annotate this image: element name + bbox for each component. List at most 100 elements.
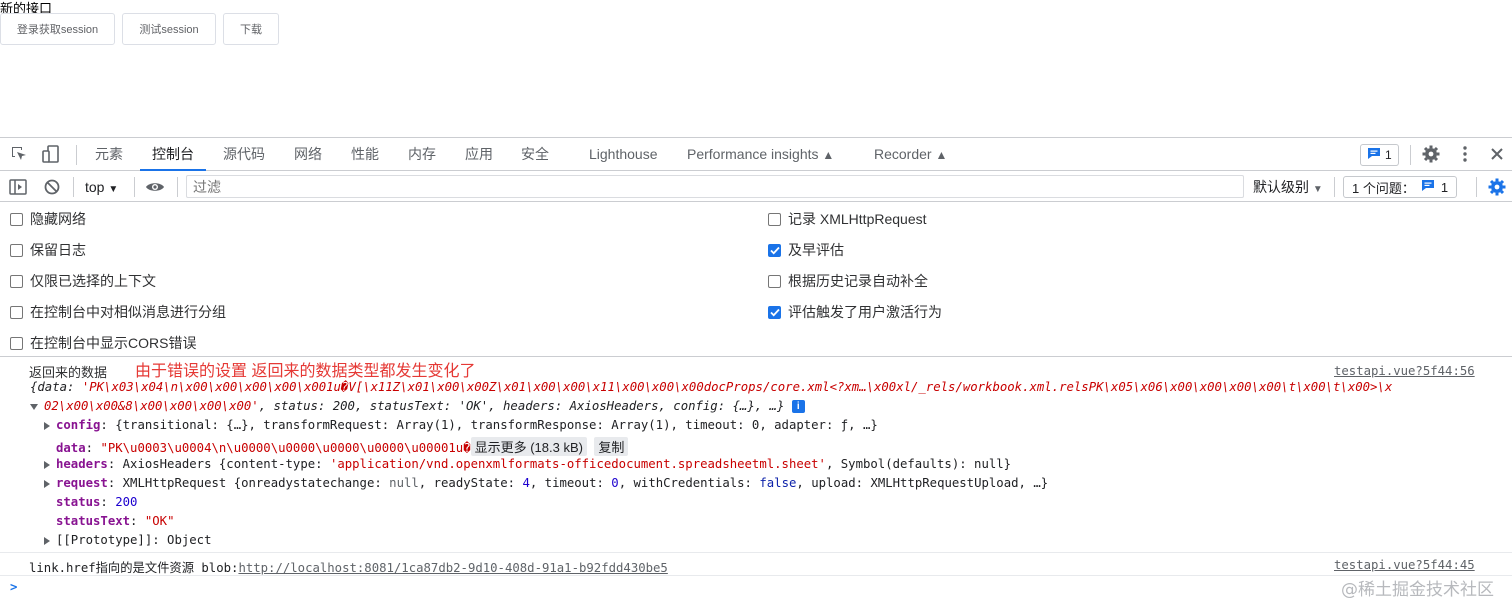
tab-elements[interactable]: 元素 (95, 138, 123, 171)
console-filter-input[interactable] (186, 175, 1244, 198)
expand-triangle-icon[interactable] (44, 536, 50, 545)
property-status: status: 200 (56, 495, 138, 509)
source-link[interactable]: testapi.vue?5f44:56 (1334, 364, 1475, 378)
tab-console[interactable]: 控制台 (140, 138, 206, 171)
tab-lighthouse[interactable]: Lighthouse (589, 138, 658, 171)
checkbox[interactable] (768, 212, 781, 226)
property-prototype[interactable]: [[Prototype]]: Object (44, 533, 211, 547)
blob-link[interactable]: http://localhost:8081/1ca87db2-9d10-408d… (238, 561, 667, 575)
tab-sources[interactable]: 源代码 (223, 138, 265, 171)
live-expression-eye-icon[interactable] (144, 176, 166, 198)
more-options-icon[interactable] (1454, 143, 1476, 165)
settings-gear-icon[interactable] (1420, 143, 1442, 165)
log-level-value: 默认级别 (1253, 179, 1309, 195)
setting-label: 在控制台中对相似消息进行分组 (30, 304, 226, 320)
request-suffix: , upload: XMLHttpRequestUpload, …} (796, 476, 1049, 490)
issues-button[interactable]: 1 个问题： 1 (1343, 176, 1458, 198)
request-part: , timeout: (529, 476, 612, 490)
checkbox-checked[interactable] (768, 243, 781, 257)
property-key: config (56, 418, 101, 432)
download-button[interactable]: 下载 (223, 13, 279, 45)
console-toolbar: top ▼ 默认级别 ▼ 1 个问题： 1 (0, 172, 1512, 202)
property-value: "OK" (144, 514, 175, 528)
tab-network[interactable]: 网络 (294, 138, 322, 171)
tab-recorder[interactable]: Recorder ▲ (874, 138, 947, 171)
checkbox[interactable] (10, 336, 23, 350)
issues-counter-button[interactable]: 1 (1360, 144, 1399, 166)
property-headers[interactable]: headers: AxiosHeaders {content-type: 'ap… (44, 457, 1011, 471)
setting-preserve-log[interactable]: 保留日志 (10, 240, 86, 260)
message-icon (1367, 147, 1381, 163)
object-summary-cont[interactable]: 02\x00\x00&8\x00\x00\x00\x00', status: 2… (30, 399, 805, 413)
expand-triangle-icon[interactable] (44, 421, 50, 430)
inspect-element-icon[interactable] (8, 143, 30, 165)
setting-group-similar[interactable]: 在控制台中对相似消息进行分组 (10, 302, 226, 322)
console-settings-pane: 隐藏网络 保留日志 仅限已选择的上下文 在控制台中对相似消息进行分组 在控制台中… (0, 202, 1512, 357)
message-icon (1421, 179, 1435, 195)
devtools-panel: 元素 控制台 源代码 网络 性能 内存 应用 安全 Lighthouse Per… (0, 137, 1512, 613)
show-more-button[interactable]: 显示更多 (18.3 kB) (470, 437, 587, 456)
source-link[interactable]: testapi.vue?5f44:45 (1334, 558, 1475, 572)
flask-icon: ▲ (935, 148, 948, 162)
property-value-string: 'application/vnd.openxmlformats-officedo… (329, 457, 826, 471)
property-request[interactable]: request: XMLHttpRequest {onreadystatecha… (44, 476, 1048, 490)
expand-triangle-icon[interactable] (30, 403, 38, 410)
setting-user-activation[interactable]: 评估触发了用户激活行为 (768, 302, 942, 322)
context-selector[interactable]: top ▼ (85, 172, 118, 202)
console-prompt-icon[interactable]: > (10, 580, 17, 594)
summary-data-value-cont: 02\x00\x00&8\x00\x00\x00\x00' (44, 399, 259, 413)
toolbar-divider (134, 177, 135, 197)
tab-security[interactable]: 安全 (521, 138, 549, 171)
tab-console-label: 控制台 (152, 146, 194, 162)
expand-triangle-icon[interactable] (44, 479, 50, 488)
close-icon[interactable] (1486, 143, 1508, 165)
prototype-label: [[Prototype]]: Object (56, 533, 212, 547)
tab-performance-insights[interactable]: Performance insights ▲ (687, 138, 834, 171)
log-level-dropdown[interactable]: 默认级别 ▼ (1253, 172, 1323, 202)
checkbox[interactable] (10, 305, 23, 319)
checkbox[interactable] (10, 212, 23, 226)
clear-console-icon[interactable] (41, 176, 63, 198)
request-readystate: 4 (522, 476, 530, 490)
issues-count: 1 (1385, 148, 1392, 162)
show-sidebar-icon[interactable] (7, 176, 29, 198)
setting-show-cors-errors[interactable]: 在控制台中显示CORS错误 (10, 333, 196, 353)
setting-selected-context-only[interactable]: 仅限已选择的上下文 (10, 271, 156, 291)
test-session-button[interactable]: 测试session (122, 13, 216, 45)
setting-autocomplete-history[interactable]: 根据历史记录自动补全 (768, 271, 928, 291)
property-data: data: "PK\u0003\u0004\n\u0000\u0000\u000… (56, 437, 629, 456)
info-icon[interactable]: i (791, 400, 805, 413)
console-message-label: 返回来的数据 (29, 366, 108, 381)
flask-icon: ▲ (822, 148, 835, 162)
property-config[interactable]: config: {transitional: {…}, transformReq… (44, 418, 878, 432)
setting-hide-network[interactable]: 隐藏网络 (10, 209, 86, 229)
property-statustext: statusText: "OK" (56, 514, 175, 528)
object-summary[interactable]: {data: 'PK\x03\x04\n\x00\x00\x00\x00\x00… (30, 380, 1392, 394)
console-settings-gear-icon[interactable] (1486, 176, 1508, 198)
setting-eager-evaluation[interactable]: 及早评估 (768, 240, 844, 260)
summary-data-key: data (37, 380, 68, 394)
tab-memory[interactable]: 内存 (408, 138, 436, 171)
message-divider (0, 552, 1512, 553)
login-get-session-button[interactable]: 登录获取session (0, 13, 115, 45)
summary-data-value: 'PK\x03\x04\n\x00\x00\x00\x00\x001u�V[\x… (81, 380, 1393, 394)
issues-label: 1 个问题： (1352, 180, 1415, 196)
tab-application[interactable]: 应用 (465, 138, 493, 171)
context-selector-value: top (85, 179, 105, 195)
tab-performance[interactable]: 性能 (351, 138, 379, 171)
devtools-tabbar: 元素 控制台 源代码 网络 性能 内存 应用 安全 Lighthouse Per… (0, 138, 1512, 171)
property-value: {transitional: {…}, transformRequest: Ar… (115, 418, 878, 432)
property-key: data (56, 441, 86, 455)
device-toolbar-icon[interactable] (40, 143, 62, 165)
active-tab-indicator (140, 169, 206, 171)
setting-log-xhr[interactable]: 记录 XMLHttpRequest (768, 209, 927, 229)
checkbox[interactable] (10, 243, 23, 257)
checkbox[interactable] (768, 274, 781, 288)
copy-button[interactable]: 复制 (594, 437, 629, 456)
setting-label: 在控制台中显示CORS错误 (30, 335, 197, 351)
checkbox[interactable] (10, 274, 23, 288)
property-key: request (56, 476, 108, 490)
checkbox-checked[interactable] (768, 305, 781, 319)
issues-count: 1 (1440, 179, 1449, 195)
expand-triangle-icon[interactable] (44, 460, 50, 469)
